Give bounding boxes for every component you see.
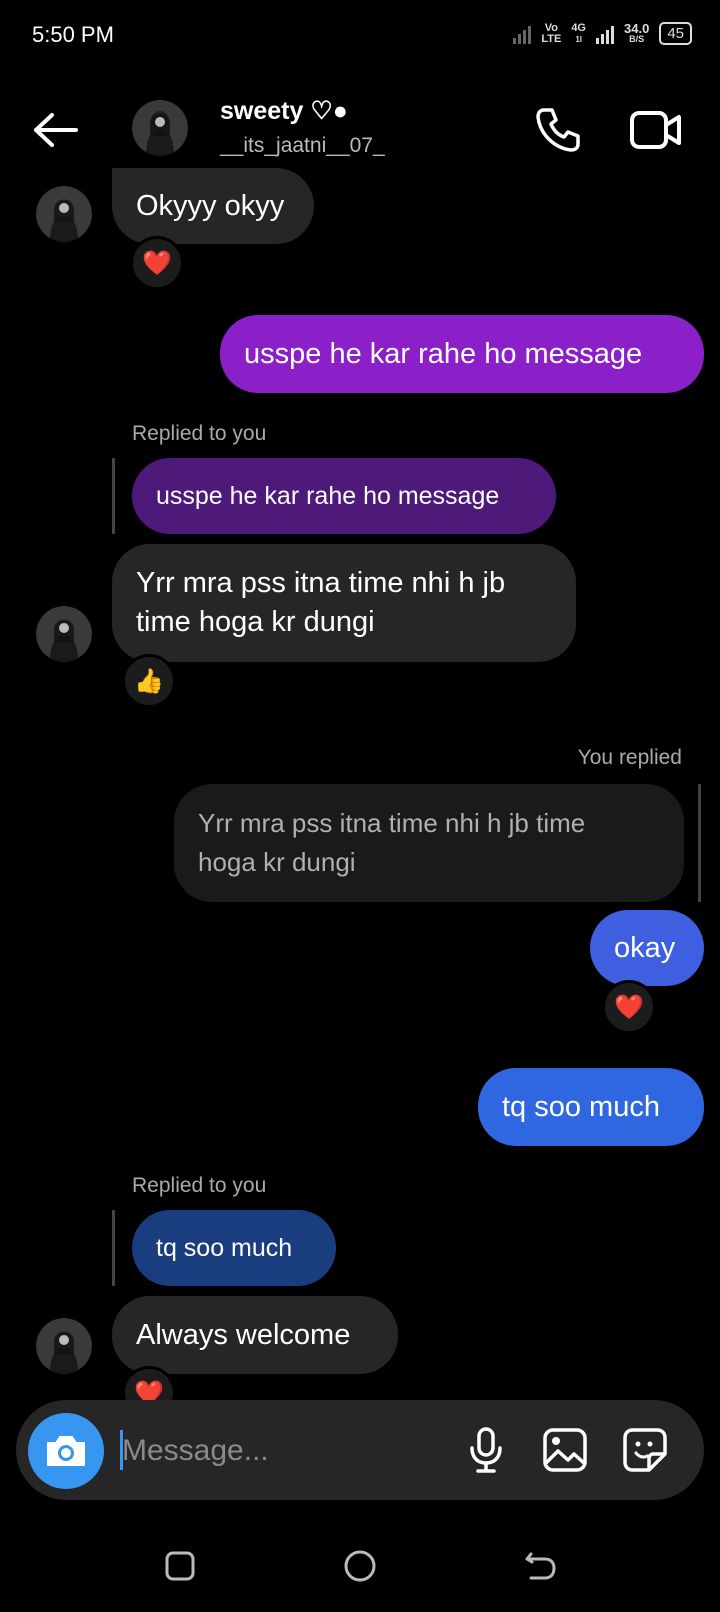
reply-label: You replied <box>577 746 682 769</box>
reply-line <box>698 784 701 902</box>
signal-icon-sim1 <box>513 24 532 44</box>
reply-label: Replied to you <box>132 422 267 445</box>
status-icons: Vo LTE 4G 1l 34.0 B/S 45 <box>513 22 692 45</box>
back-icon <box>525 1552 556 1580</box>
reaction-heart[interactable]: ❤️ <box>602 980 656 1034</box>
message-bubble-sent[interactable]: okay <box>590 910 704 986</box>
sender-avatar[interactable] <box>36 186 92 242</box>
sticker-icon <box>623 1428 667 1472</box>
sender-avatar[interactable] <box>36 1318 92 1374</box>
camera-button[interactable] <box>28 1413 104 1489</box>
header-avatar[interactable] <box>132 100 188 156</box>
message-bubble-received[interactable]: Always welcome <box>112 1296 398 1374</box>
contact-name[interactable]: sweety ♡● <box>220 96 348 126</box>
signal-icon-sim2 <box>596 24 614 44</box>
home-button[interactable] <box>340 1546 380 1586</box>
reaction-thumbs-up[interactable]: 👍 <box>122 654 176 708</box>
quoted-text-line: hoga kr dungi <box>198 847 356 877</box>
message-bubble-received[interactable]: Yrr mra pss itna time nhi h jb time hoga… <box>112 544 576 662</box>
message-bubble-sent[interactable]: usspe he kar rahe ho message <box>220 315 704 393</box>
network-type: 4G 1l <box>571 21 586 44</box>
gallery-button[interactable] <box>540 1424 590 1476</box>
message-bubble-received[interactable]: Okyyy okyy <box>112 168 314 244</box>
video-camera-icon <box>630 111 681 149</box>
back-button[interactable] <box>28 102 84 158</box>
reply-label: Replied to you <box>132 1174 267 1197</box>
recent-apps-button[interactable] <box>160 1546 200 1586</box>
contact-username[interactable]: __its_jaatni__07_ <box>220 134 385 158</box>
quoted-message[interactable]: Yrr mra pss itna time nhi h jb time hoga… <box>174 784 684 902</box>
image-icon <box>543 1428 587 1472</box>
sticker-button[interactable] <box>620 1424 670 1476</box>
message-text-line: time hoga kr dungi <box>136 606 375 638</box>
voice-message-button[interactable] <box>462 1424 510 1476</box>
back-arrow-icon <box>34 113 78 147</box>
quoted-message[interactable]: tq soo much <box>132 1210 336 1286</box>
quoted-text-line: Yrr mra pss itna time nhi h jb time <box>198 808 586 838</box>
camera-icon <box>47 1436 85 1466</box>
data-speed: 34.0 B/S <box>624 20 650 44</box>
square-icon <box>165 1551 195 1581</box>
video-call-button[interactable] <box>624 100 688 160</box>
phone-icon <box>536 108 580 152</box>
message-text-line: Yrr mra pss itna time nhi h jb <box>136 567 506 599</box>
audio-call-button[interactable] <box>528 100 588 160</box>
circle-icon <box>344 1550 376 1582</box>
quoted-message[interactable]: usspe he kar rahe ho message <box>132 458 556 534</box>
message-bubble-sent[interactable]: tq soo much <box>478 1068 704 1146</box>
battery-indicator: 45 <box>659 22 692 45</box>
message-input[interactable] <box>122 1430 422 1472</box>
volte-indicator: Vo LTE <box>541 21 562 45</box>
reply-line <box>112 458 115 534</box>
back-nav-button[interactable] <box>520 1546 560 1586</box>
status-time: 5:50 PM <box>32 22 114 47</box>
sender-avatar[interactable] <box>36 606 92 662</box>
microphone-icon <box>470 1427 502 1473</box>
reply-line <box>112 1210 115 1286</box>
reaction-heart[interactable]: ❤️ <box>130 236 184 290</box>
